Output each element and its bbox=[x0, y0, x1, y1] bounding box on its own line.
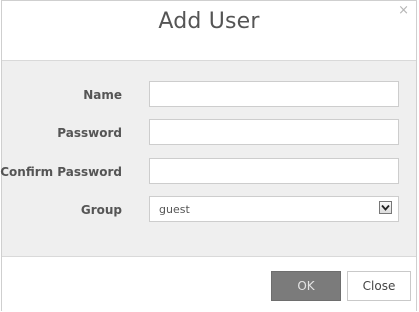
group-label: Group bbox=[80, 203, 122, 217]
confirm-password-label: Confirm Password bbox=[0, 165, 122, 179]
confirm-password-row: Confirm Password bbox=[0, 158, 416, 188]
password-input[interactable] bbox=[149, 119, 399, 145]
dialog-header: Add User × bbox=[2, 1, 416, 61]
confirm-password-input[interactable] bbox=[149, 158, 399, 184]
close-button[interactable]: Close bbox=[347, 271, 411, 301]
group-row: Group guest bbox=[2, 196, 416, 226]
password-row: Password bbox=[2, 119, 416, 149]
dialog-title: Add User bbox=[158, 9, 260, 34]
ok-button[interactable]: OK bbox=[271, 271, 341, 301]
name-input[interactable] bbox=[149, 81, 399, 107]
add-user-dialog: Add User × Name Password Confirm Passwor… bbox=[0, 0, 417, 312]
chevron-down-icon[interactable] bbox=[379, 201, 392, 214]
group-selected-value: guest bbox=[159, 203, 190, 216]
name-row: Name bbox=[2, 81, 416, 111]
close-icon[interactable]: × bbox=[398, 4, 409, 17]
dialog-body: Name Password Confirm Password Group gue… bbox=[0, 61, 416, 257]
dialog-footer: OK Close bbox=[2, 257, 416, 312]
password-label: Password bbox=[57, 126, 122, 140]
group-select[interactable]: guest bbox=[149, 196, 399, 222]
name-label: Name bbox=[83, 88, 122, 102]
